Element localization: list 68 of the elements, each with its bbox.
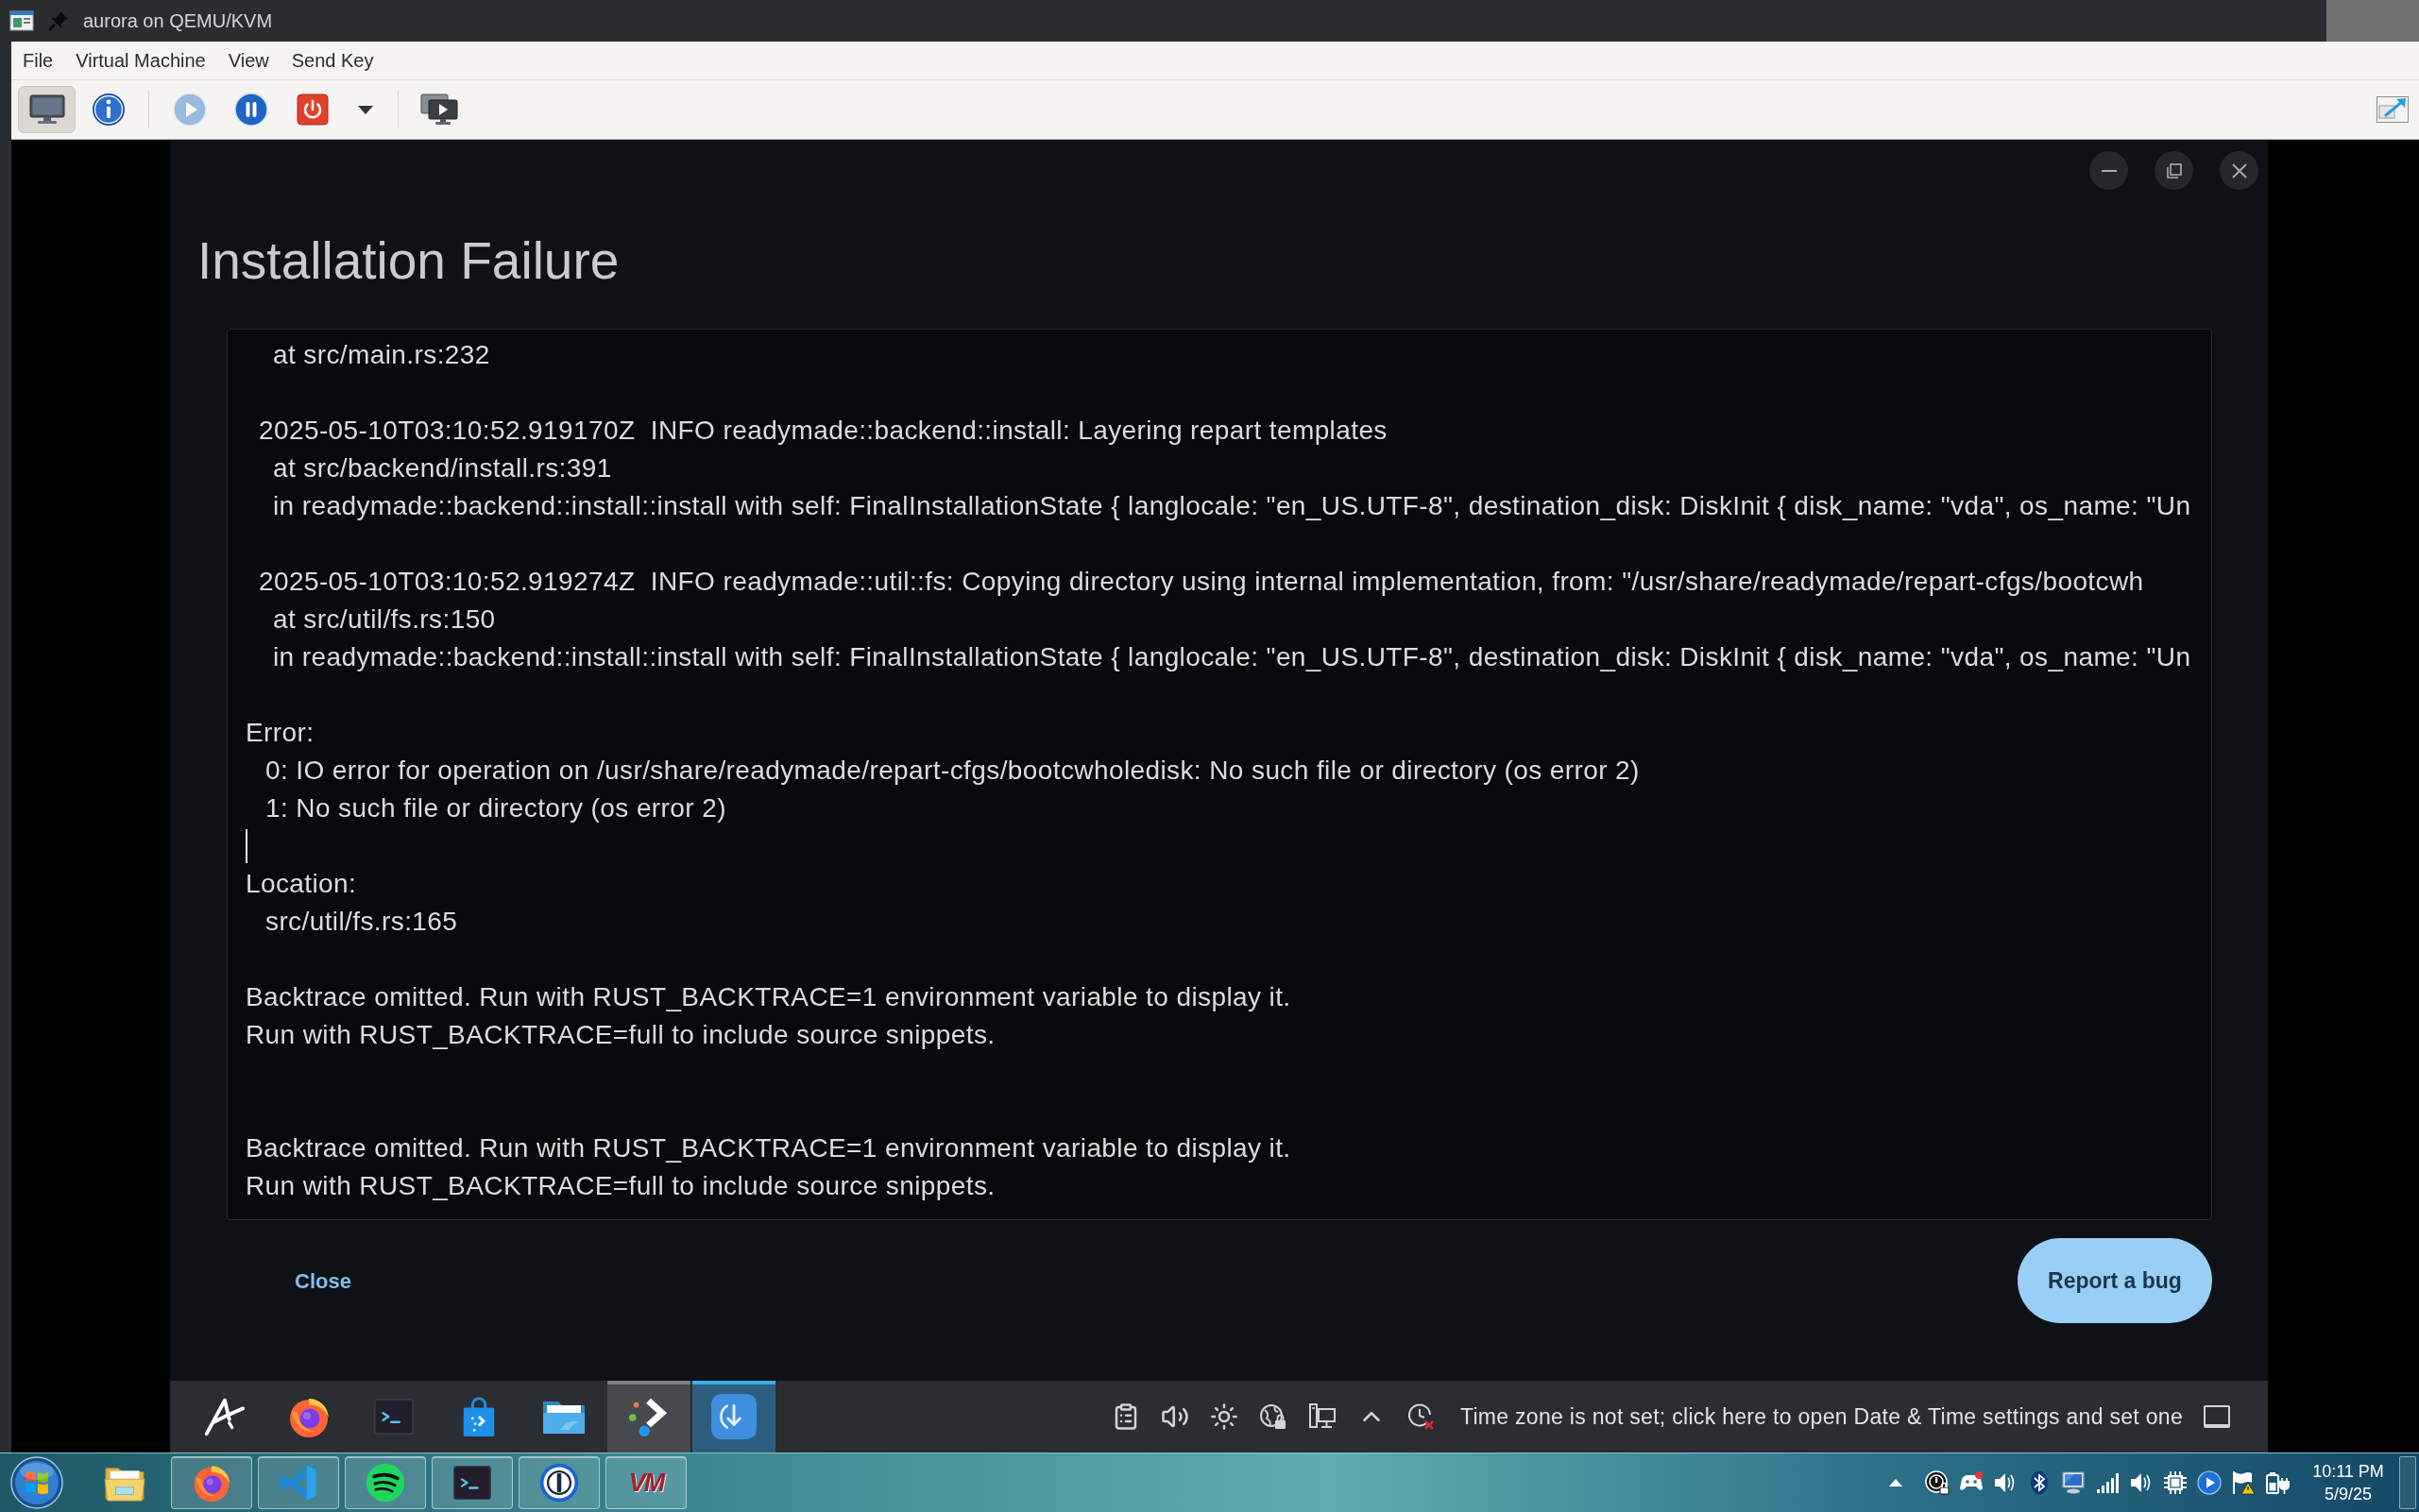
battery-plug-icon[interactable] <box>2265 1470 2290 1495</box>
alert-lock-icon[interactable] <box>1925 1470 1950 1495</box>
clock-date[interactable]: 5/9/25 <box>2324 1483 2372 1505</box>
report-bug-button[interactable]: Report a bug <box>2018 1238 2212 1323</box>
log-line: at src/util/fs.rs:150 <box>273 603 496 636</box>
minimize-icon <box>2101 169 2117 172</box>
log-line: at src/main.rs:232 <box>273 339 490 371</box>
close-button[interactable]: Close <box>276 1254 370 1307</box>
log-line: Run with RUST_BACKTRACE=full to include source snippets. <box>246 1019 996 1051</box>
caret-up-icon[interactable] <box>1889 1479 1902 1487</box>
sun-icon[interactable] <box>1209 1402 1238 1431</box>
play-icon[interactable] <box>2197 1470 2222 1495</box>
orb-icon <box>10 1456 63 1509</box>
chip-icon[interactable] <box>2163 1470 2188 1495</box>
start-button[interactable] <box>10 1456 63 1509</box>
log-line: Error: <box>246 717 315 749</box>
console-button[interactable] <box>18 86 76 133</box>
download-icon <box>710 1393 758 1440</box>
clock-warning-icon[interactable] <box>1405 1402 1435 1431</box>
app-icon <box>9 10 34 31</box>
info-icon <box>91 93 126 127</box>
close-window-button[interactable] <box>2220 151 2258 190</box>
menu-item[interactable]: File <box>11 42 65 79</box>
restore-icon <box>2166 162 2182 178</box>
menu-item[interactable]: View <box>216 42 281 79</box>
close-icon <box>2231 162 2247 178</box>
power-icon <box>296 93 329 126</box>
taskbar-app[interactable] <box>607 1381 690 1453</box>
log-line: 1: No such file or directory (os error 2) <box>265 792 726 824</box>
show-desktop-button[interactable] <box>2204 1405 2230 1428</box>
log-line: Backtrace omitted. Run with RUST_BACKTRACE=1 environment variable to display it. <box>246 981 1291 1013</box>
timezone-notice[interactable]: Time zone is not set; click here to open Date & Time settings and set one <box>1459 1400 2183 1434</box>
clock-time[interactable]: 10:11 PM <box>2312 1460 2384 1483</box>
log-line: Backtrace omitted. Run with RUST_BACKTRACE=1 environment variable to display it. <box>246 1132 1291 1164</box>
signal-bars-icon[interactable] <box>2095 1470 2120 1495</box>
ribbon-logo-icon <box>279 1463 318 1503</box>
log-line: 2025-05-10T03:10:52.919170Z INFO readymade::backend::install: Layering repart templates <box>259 415 1388 447</box>
window-title: aurora on QEMU/KVM <box>83 9 273 33</box>
taskbar-app[interactable] <box>519 1456 600 1509</box>
caret-down-icon <box>358 105 373 114</box>
log-line: src/util/fs.rs:165 <box>265 906 458 938</box>
menu-item[interactable]: Send Key <box>280 42 385 79</box>
arcs-logo-icon <box>365 1462 406 1504</box>
keyhole-logo-icon <box>538 1462 580 1504</box>
play-icon <box>172 93 207 127</box>
taskbar-app[interactable] <box>432 1456 513 1509</box>
log-line: at src/backend/install.rs:391 <box>273 452 612 484</box>
pause-icon <box>233 93 268 127</box>
taskbar-app[interactable] <box>345 1456 426 1509</box>
monitor-icon[interactable] <box>2061 1470 2086 1495</box>
dialog-title: Installation Failure <box>197 230 620 291</box>
restore-button[interactable] <box>2155 151 2193 190</box>
text-cursor <box>246 829 247 863</box>
pin-icon <box>47 9 70 32</box>
menu-item[interactable]: Virtual Machine <box>64 42 217 79</box>
log-line: Location: <box>246 868 357 900</box>
globe-lock-icon[interactable] <box>1258 1402 1287 1431</box>
network-monitor-icon[interactable] <box>1307 1402 1337 1431</box>
log-line: in readymade::backend::install::install with self: FinalInstallationState { langlocale: "en_US.UTF-8", destination_disk: DiskInit { disk_name: "vda", os_name: "Un <box>273 641 2191 673</box>
fullscreen-icon <box>2376 96 2409 123</box>
screens-icon <box>419 93 458 126</box>
log-line: in readymade::backend::install::install with self: FinalInstallationState { langlocale: "en_US.UTF-8", destination_disk: DiskInit { disk_name: "vda", os_name: "Un <box>273 490 2191 522</box>
monitor-icon <box>27 94 66 125</box>
flag-warning-icon[interactable] <box>2231 1470 2256 1495</box>
log-line: 0: IO error for operation on /usr/share/readymade/repart-cfgs/bootcwholedisk: No such file or directory (os error 2) <box>265 755 1640 787</box>
log-line: 2025-05-10T03:10:52.919274Z INFO readymade::util::fs: Copying directory using internal implementation, from: "/usr/share/readymade/repart-cfgs/bootcwh <box>259 566 2144 598</box>
fullscreen-button[interactable] <box>2376 95 2410 124</box>
log-line: Run with RUST_BACKTRACE=full to include source snippets. <box>246 1170 996 1202</box>
